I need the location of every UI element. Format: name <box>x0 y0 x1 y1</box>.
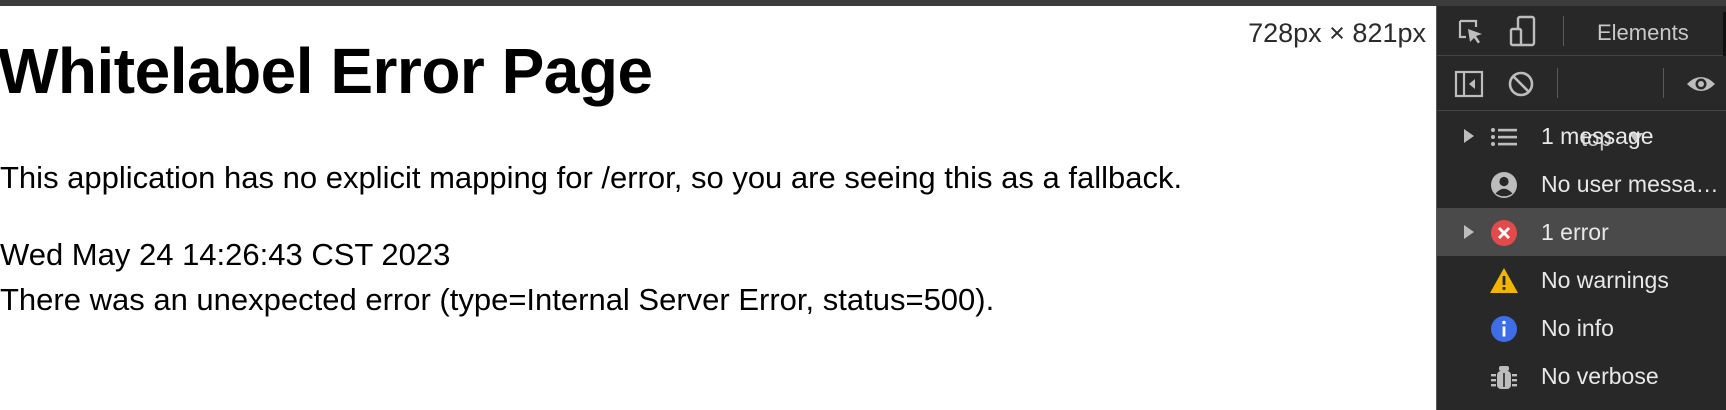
error-message: This application has no explicit mapping… <box>0 160 1183 195</box>
sidebar-item-label: No info <box>1541 315 1614 341</box>
error-icon <box>1491 220 1517 246</box>
bug-icon <box>1491 366 1517 389</box>
list-icon <box>1491 128 1517 146</box>
sidebar-item-verbose[interactable]: No verbose <box>1437 352 1726 400</box>
sidebar-item-warnings[interactable]: No warnings <box>1437 256 1726 304</box>
inspect-element-icon <box>1458 19 1482 44</box>
sidebar-item-label: No verbose <box>1541 363 1659 389</box>
warning-icon <box>1490 268 1518 293</box>
error-detail: There was an unexpected error (type=Inte… <box>0 282 995 317</box>
console-toolbar: top <box>1437 56 1726 151</box>
sidebar-toggle-icon <box>1454 70 1484 98</box>
toolbar-divider <box>1563 16 1564 46</box>
sidebar-item-messages[interactable]: 1 message <box>1437 112 1726 160</box>
expand-arrow-icon[interactable] <box>1464 225 1474 239</box>
page-title: Whitelabel Error Page <box>0 35 653 107</box>
sidebar-item-user-messages[interactable]: No user messa… <box>1437 160 1726 208</box>
toolbar-divider <box>1663 68 1664 98</box>
sidebar-item-label: No user messa… <box>1541 171 1719 197</box>
clear-console-button[interactable] <box>1505 68 1537 100</box>
info-icon <box>1491 316 1517 342</box>
user-icon <box>1491 172 1517 198</box>
sidebar-item-info[interactable]: No info <box>1437 304 1726 352</box>
toolbar-divider <box>1557 68 1558 98</box>
sidebar-item-label: 1 message <box>1541 123 1654 149</box>
clear-console-icon <box>1508 71 1534 97</box>
sidebar-item-errors[interactable]: 1 error <box>1437 208 1726 256</box>
devtools-main-toolbar: Elements <box>1437 6 1726 56</box>
console-sidebar: 1 message No user messa… 1 error No warn… <box>1437 112 1726 400</box>
error-timestamp: Wed May 24 14:26:43 CST 2023 <box>0 237 451 272</box>
live-expression-eye-icon <box>1687 77 1715 91</box>
page-viewport: Whitelabel Error Page This application h… <box>0 6 1436 410</box>
device-toolbar-button[interactable] <box>1507 14 1539 50</box>
expand-arrow-icon[interactable] <box>1464 129 1474 143</box>
console-sidebar-toggle[interactable] <box>1453 68 1485 100</box>
devtools-panel: Elements top 1 message No user messa… 1 … <box>1436 6 1726 410</box>
device-toolbar-icon <box>1509 15 1536 47</box>
inspect-element-button[interactable] <box>1455 16 1487 48</box>
live-expression-button[interactable] <box>1683 68 1719 100</box>
viewport-size-indicator: 728px × 821px <box>1248 18 1426 48</box>
tab-elements[interactable]: Elements <box>1597 20 1689 46</box>
sidebar-item-label: 1 error <box>1541 219 1609 245</box>
sidebar-item-label: No warnings <box>1541 267 1669 293</box>
